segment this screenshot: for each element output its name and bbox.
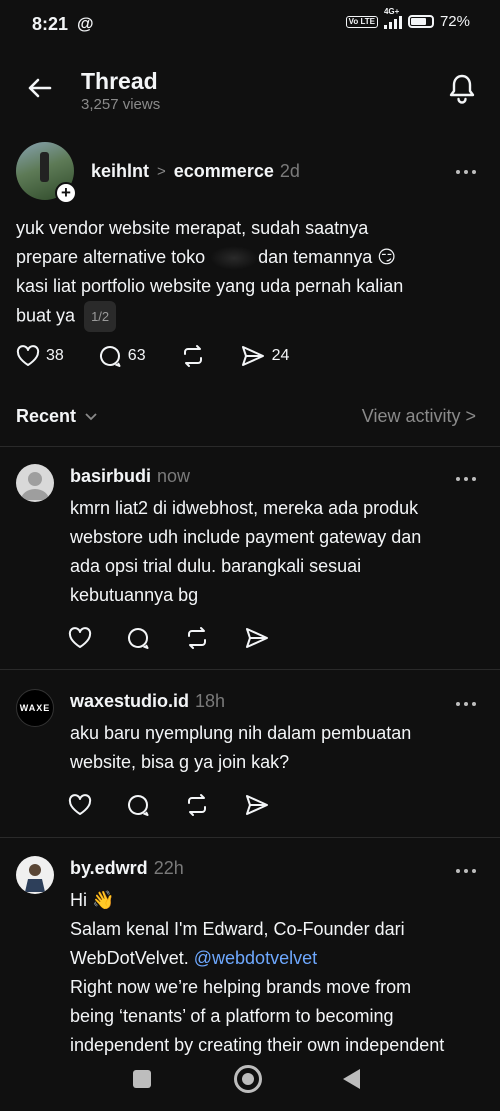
repost-icon [183,345,202,367]
post-text-line: buat ya 1/2 [16,301,476,332]
divider [0,837,500,838]
share-button[interactable]: 24 [240,345,290,367]
comment-button[interactable]: 63 [98,344,146,368]
post-text-line: yuk vendor website merapat, sudah saatny… [16,218,369,238]
comment-bubble-icon[interactable] [126,626,150,650]
heart-icon[interactable] [68,627,92,649]
send-icon[interactable] [244,627,270,649]
system-nav-bar [0,1056,500,1111]
reply-header: waxestudio.id 18h [70,691,225,712]
post-text-line: prepare alternative toko dan temannya 😏 [16,243,476,272]
system-back-button[interactable] [343,1069,360,1089]
more-horizontal-icon[interactable] [454,167,478,177]
reply-username[interactable]: waxestudio.id [70,691,189,711]
default-avatar-icon [21,472,49,500]
reply-text-line: Hi 👋 [70,890,115,910]
reply-text-line: ada opsi trial dulu. barangkali sesuai [70,556,362,576]
chevron-down-icon[interactable] [84,409,98,423]
reply-time: now [157,466,191,486]
mention-link[interactable]: @webdotvelvet [194,948,317,968]
reply-text: Hi 👋 Salam kenal I'm Edward, Co-Founder … [70,886,485,1060]
heart-icon [16,345,40,366]
post-time: 2d [279,161,300,181]
reply-text: aku baru nyemplung nih dalam pembuatan w… [70,719,485,777]
view-activity-link[interactable]: View activity > [362,406,476,427]
reply-text-line: website, bisa g ya join kak? [70,752,290,772]
comment-bubble-icon [99,346,121,367]
repost-button[interactable] [180,344,206,368]
repost-icon[interactable] [184,626,210,650]
like-button[interactable]: 38 [16,345,64,367]
reply-text-line: aku baru nyemplung nih dalam pembuatan [70,723,412,743]
page-title: Thread [81,68,158,94]
network-type: 4G+ [383,6,400,16]
reply-header: basirbudi now [70,466,190,487]
more-horizontal-icon[interactable] [454,699,478,709]
back-arrow-icon[interactable] [24,72,56,104]
avatar[interactable]: WAXE [16,689,54,727]
reply-header: by.edwrd 22h [70,858,184,879]
avatar-figure-icon [25,864,45,892]
reply-text-line: Salam kenal I'm Edward, Co-Founder dari [70,919,405,939]
reply-text-line: Right now we’re helping brands move from [70,977,412,997]
post-username[interactable]: keihlnt [91,161,149,182]
view-count: 3,257 views [81,96,161,113]
heart-icon[interactable] [68,794,92,816]
volte-icon: Vo LTE [345,15,378,28]
like-count: 38 [46,347,64,364]
post-header: keihlnt > ecommerce 2d [91,161,300,182]
recents-button[interactable] [133,1070,151,1088]
signal-icon: 4G+ [383,7,402,29]
home-button[interactable] [234,1065,262,1093]
post-text-line: kasi liat portfolio website yang uda per… [16,276,404,296]
sort-bar: Recent View activity > [0,400,500,436]
reply-time: 18h [195,691,226,711]
send-icon [241,346,264,366]
avatar-logo-text: WAXE [19,703,51,713]
sort-dropdown[interactable]: Recent [16,406,76,427]
reply-text-line: kmrn liat2 di idwebhost, mereka ada prod… [70,498,419,518]
redacted-region [210,246,259,271]
status-time: 8:21 [32,14,69,34]
battery-percent: 72% [439,13,470,30]
thread-header: Thread 3,257 views [0,60,500,124]
comment-bubble-icon[interactable] [126,793,150,817]
divider [0,446,500,447]
reply-text-line: WebDotVelvet. @webdotvelvet [70,948,318,968]
avatar[interactable] [16,856,54,894]
reply-text: kmrn liat2 di idwebhost, mereka ada prod… [70,494,485,610]
battery-icon [407,15,434,28]
share-count: 24 [271,347,290,364]
post-actions: 38 63 24 [16,344,323,368]
follow-plus-icon[interactable]: + [55,182,77,204]
send-icon[interactable] [244,794,270,816]
reply-actions [68,626,304,650]
bell-icon[interactable] [446,72,478,106]
avatar[interactable] [16,464,54,502]
divider [0,669,500,670]
reply-actions [68,793,304,817]
status-bar: 8:21 @ Vo LTE 4G+ 72% [0,0,500,48]
reply-text-line: being ‘tenants’ of a platform to becomin… [70,1006,394,1026]
reply-username[interactable]: basirbudi [70,466,151,486]
reply-text-line: kebutuannya bg [70,585,199,605]
post-text: yuk vendor website merapat, sudah saatny… [16,214,476,332]
chevron-right-icon: > [157,163,166,180]
reply-text-line: webstore udh include payment gateway dan [70,527,422,547]
threads-notification-icon: @ [77,14,94,33]
image-pager: 1/2 [84,301,117,332]
status-indicators: Vo LTE 4G+ 72% [345,7,470,30]
post-topic[interactable]: ecommerce [174,161,274,182]
more-horizontal-icon[interactable] [454,866,478,876]
repost-icon[interactable] [184,793,210,817]
reply-time: 22h [153,858,184,878]
reply-username[interactable]: by.edwrd [70,858,148,878]
comment-count: 63 [127,347,146,364]
more-horizontal-icon[interactable] [454,474,478,484]
